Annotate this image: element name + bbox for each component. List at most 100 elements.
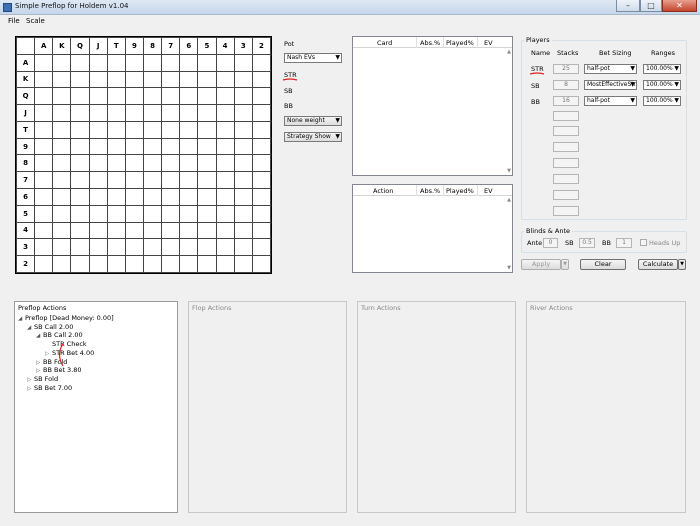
hand-cell[interactable] (52, 120, 72, 139)
hand-cell[interactable] (52, 204, 72, 223)
hand-cell[interactable] (142, 70, 163, 89)
hand-cell[interactable] (70, 137, 90, 156)
hand-cell[interactable] (142, 87, 163, 106)
hand-cell[interactable] (233, 53, 253, 72)
stack-input-empty[interactable] (553, 111, 579, 121)
hand-cell[interactable] (142, 120, 163, 139)
hand-cell[interactable] (34, 137, 54, 156)
hand-cell[interactable] (233, 87, 253, 106)
hand-cell[interactable] (88, 154, 108, 173)
turn-actions-panel[interactable]: Turn Actions (357, 301, 516, 513)
tree-node[interactable]: ▷ STR Bet 4.00 (45, 349, 94, 357)
hand-cell[interactable] (251, 238, 272, 257)
clear-button[interactable]: Clear (580, 259, 626, 270)
hand-cell[interactable] (34, 87, 54, 106)
hand-cell[interactable] (142, 188, 163, 206)
hand-cell[interactable] (197, 53, 217, 72)
hand-cell[interactable] (106, 137, 126, 156)
hand-cell[interactable] (124, 120, 144, 139)
hand-cell[interactable] (88, 171, 108, 190)
hand-cell[interactable] (251, 87, 272, 106)
hand-cell[interactable] (179, 171, 199, 190)
hand-cell[interactable] (142, 53, 163, 72)
stack-input-empty[interactable] (553, 158, 579, 168)
col-action[interactable]: Action (373, 187, 393, 195)
scroll-down-icon[interactable]: ▼ (507, 168, 511, 174)
hand-cell[interactable] (251, 137, 272, 156)
hand-cell[interactable] (106, 255, 126, 273)
hand-cell[interactable] (215, 188, 235, 206)
hand-cell[interactable] (215, 255, 235, 273)
hand-cell[interactable] (161, 204, 181, 223)
bet-select-str[interactable]: half-pot ▼ (584, 64, 637, 74)
hand-cell[interactable] (70, 171, 90, 190)
hand-cell[interactable] (197, 188, 217, 206)
hand-cell[interactable] (197, 104, 217, 122)
hand-cell[interactable] (124, 204, 144, 223)
hand-cell[interactable] (215, 171, 235, 190)
hand-cell[interactable] (215, 204, 235, 223)
maximize-button[interactable]: □ (640, 0, 662, 12)
hand-cell[interactable] (179, 53, 199, 72)
hand-cell[interactable] (88, 87, 108, 106)
hand-cell[interactable] (251, 204, 272, 223)
hand-cell[interactable] (197, 120, 217, 139)
stack-input-empty[interactable] (553, 190, 579, 200)
hand-cell[interactable] (34, 204, 54, 223)
col-ev[interactable]: EV (484, 39, 493, 47)
hand-cell[interactable] (161, 53, 181, 72)
stack-input-empty[interactable] (553, 174, 579, 184)
hand-cell[interactable] (179, 238, 199, 257)
hand-cell[interactable] (106, 154, 126, 173)
hand-cell[interactable] (70, 204, 90, 223)
minimize-button[interactable]: – (616, 0, 640, 12)
col-card[interactable]: Card (377, 39, 392, 47)
hand-cell[interactable] (34, 53, 54, 72)
hand-cell[interactable] (124, 221, 144, 240)
hand-cell[interactable] (106, 70, 126, 89)
hand-cell[interactable] (161, 221, 181, 240)
hand-cell[interactable] (52, 87, 72, 106)
hand-cell[interactable] (251, 120, 272, 139)
hand-cell[interactable] (233, 255, 253, 273)
action-list[interactable]: Action Abs.% Played% EV ▲ ▼ (352, 184, 513, 273)
hand-cell[interactable] (124, 70, 144, 89)
hand-cell[interactable] (251, 255, 272, 273)
hand-cell[interactable] (88, 53, 108, 72)
hand-cell[interactable] (251, 104, 272, 122)
hand-cell[interactable] (106, 120, 126, 139)
scroll-up-icon[interactable]: ▲ (507, 197, 511, 203)
hand-cell[interactable] (161, 255, 181, 273)
hand-cell[interactable] (142, 238, 163, 257)
hand-cell[interactable] (52, 53, 72, 72)
collapsed-arrow-icon[interactable]: ▷ (45, 351, 52, 357)
heads-up-checkbox[interactable] (640, 239, 647, 246)
hand-cell[interactable] (70, 188, 90, 206)
hand-cell[interactable] (161, 238, 181, 257)
hand-cell[interactable] (179, 137, 199, 156)
calculate-button[interactable]: Calculate (638, 259, 678, 270)
strategy-select[interactable]: Strategy Show ▼ (284, 132, 342, 142)
hand-cell[interactable] (34, 188, 54, 206)
hand-cell[interactable] (251, 221, 272, 240)
hand-cell[interactable] (124, 137, 144, 156)
hand-cell[interactable] (161, 70, 181, 89)
hand-cell[interactable] (70, 53, 90, 72)
hand-cell[interactable] (88, 188, 108, 206)
apply-dropdown-button[interactable]: ▼ (561, 259, 569, 270)
hand-cell[interactable] (161, 137, 181, 156)
hand-cell[interactable] (142, 204, 163, 223)
hand-cell[interactable] (161, 120, 181, 139)
hand-cell[interactable] (106, 204, 126, 223)
hand-cell[interactable] (215, 238, 235, 257)
range-select-str[interactable]: 100.00% ▼ (643, 64, 681, 74)
hand-cell[interactable] (52, 238, 72, 257)
collapsed-arrow-icon[interactable]: ▷ (27, 377, 34, 383)
hand-cell[interactable] (124, 238, 144, 257)
river-actions-panel[interactable]: River Actions (526, 301, 686, 513)
menu-file[interactable]: File (8, 17, 20, 25)
hand-cell[interactable] (124, 255, 144, 273)
hand-cell[interactable] (179, 104, 199, 122)
tree-node[interactable]: ◢ BB Call 2.00 (36, 331, 83, 339)
hand-cell[interactable] (70, 154, 90, 173)
